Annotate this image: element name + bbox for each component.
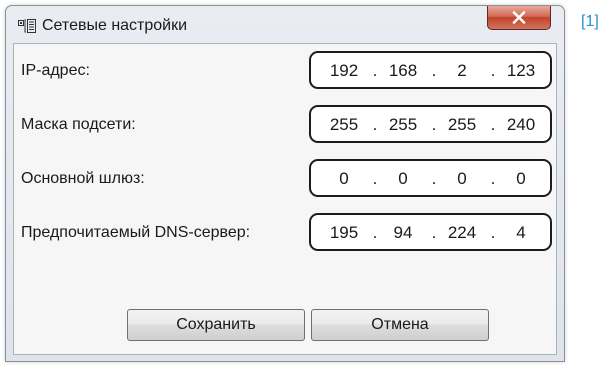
dialog-content: IP-адрес: 192 . 168 . 2 . 123 Маска подс… [13, 43, 557, 355]
default-gateway-input[interactable]: 0 . 0 . 0 . 0 [309, 159, 552, 197]
cancel-button[interactable]: Отмена [311, 309, 489, 341]
close-button[interactable] [487, 6, 551, 30]
octet-1[interactable]: 192 [321, 61, 367, 81]
footnote-reference[interactable]: [1] [581, 13, 599, 31]
default-gateway-label: Основной шлюз: [21, 170, 145, 187]
octet-3[interactable]: 255 [439, 115, 485, 135]
octet-separator: . [431, 169, 437, 188]
octet-1[interactable]: 0 [321, 169, 367, 189]
preferred-dns-row: Предпочитаемый DNS-сервер: 195 . 94 . 22… [14, 213, 556, 253]
octet-1[interactable]: 195 [321, 223, 367, 243]
octet-4[interactable]: 123 [498, 61, 544, 81]
subnet-mask-input[interactable]: 255 . 255 . 255 . 240 [309, 105, 552, 143]
subnet-mask-label: Маска подсети: [21, 116, 136, 133]
octet-separator: . [490, 115, 496, 134]
octet-2[interactable]: 255 [380, 115, 426, 135]
octet-3[interactable]: 224 [439, 223, 485, 243]
octet-4[interactable]: 240 [498, 115, 544, 135]
octet-separator: . [431, 115, 437, 134]
octet-separator: . [372, 169, 378, 188]
default-gateway-row: Основной шлюз: 0 . 0 . 0 . 0 [14, 159, 556, 199]
octet-1[interactable]: 255 [321, 115, 367, 135]
octet-2[interactable]: 168 [380, 61, 426, 81]
octet-separator: . [490, 223, 496, 242]
octet-separator: . [490, 169, 496, 188]
octet-4[interactable]: 4 [498, 223, 544, 243]
octet-2[interactable]: 94 [380, 223, 426, 243]
ip-address-row: IP-адрес: 192 . 168 . 2 . 123 [14, 51, 556, 91]
octet-separator: . [431, 223, 437, 242]
network-settings-icon [18, 19, 38, 33]
octet-separator: . [372, 115, 378, 134]
octet-4[interactable]: 0 [498, 169, 544, 189]
window-title: Сетевые настройки [42, 17, 188, 34]
preferred-dns-label: Предпочитаемый DNS-сервер: [21, 224, 251, 241]
octet-2[interactable]: 0 [380, 169, 426, 189]
title-bar[interactable]: Сетевые настройки [6, 6, 564, 44]
octet-3[interactable]: 0 [439, 169, 485, 189]
octet-separator: . [372, 223, 378, 242]
octet-3[interactable]: 2 [439, 61, 485, 81]
close-icon [512, 11, 526, 24]
octet-separator: . [372, 61, 378, 80]
ip-address-label: IP-адрес: [21, 62, 90, 79]
subnet-mask-row: Маска подсети: 255 . 255 . 255 . 240 [14, 105, 556, 145]
network-settings-dialog: Сетевые настройки IP-адрес: 192 . 168 . … [5, 5, 565, 362]
ip-address-input[interactable]: 192 . 168 . 2 . 123 [309, 51, 552, 89]
preferred-dns-input[interactable]: 195 . 94 . 224 . 4 [309, 213, 552, 251]
save-button[interactable]: Сохранить [127, 309, 305, 341]
octet-separator: . [490, 61, 496, 80]
octet-separator: . [431, 61, 437, 80]
